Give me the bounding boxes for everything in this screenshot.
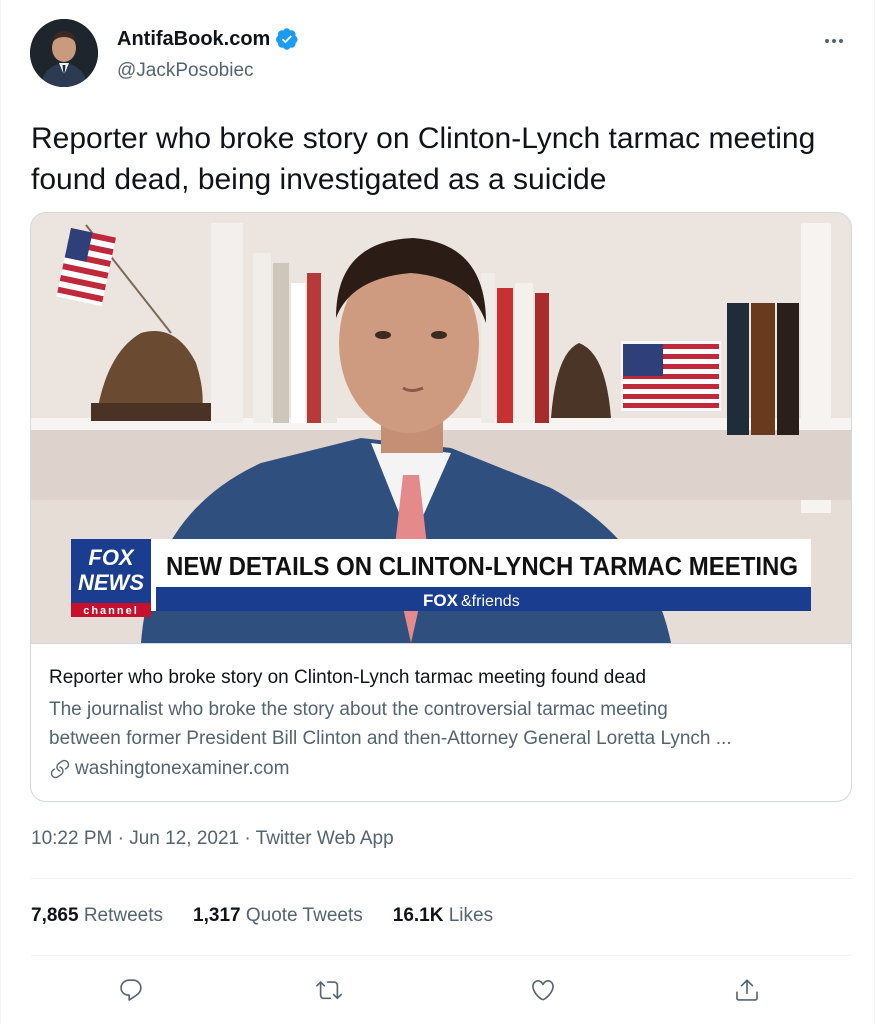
card-description-line2: between former President Bill Clinton an… (49, 728, 732, 749)
card-body[interactable]: Reporter who broke story on Clinton-Lync… (31, 643, 851, 801)
retweets-count: 7,865 (31, 905, 79, 926)
divider (31, 878, 852, 879)
likes-label: Likes (448, 905, 494, 926)
link-card[interactable]: FOX NEWS channel NEW DETAILS ON CLINTON-… (30, 212, 852, 802)
link-icon (50, 759, 70, 779)
more-horizontal-icon (825, 39, 843, 43)
retweet-icon (316, 981, 342, 1000)
fox-logo-line3: channel (83, 605, 139, 617)
fox-logo-line2: NEWS (78, 570, 144, 595)
card-title[interactable]: Reporter who broke story on Clinton-Lync… (49, 664, 835, 692)
card-link-text[interactable]: washingtonexaminer.com (75, 755, 289, 783)
tweet-text: Reporter who broke story on Clinton-Lync… (31, 122, 816, 196)
chyron-show-brand: FOX (423, 591, 459, 610)
like-button[interactable] (521, 968, 565, 1012)
likes-stat[interactable]: 16.1K Likes (393, 905, 493, 927)
share-button[interactable] (725, 968, 769, 1012)
divider (31, 955, 852, 956)
tweet-container: AntifaBook.com @JackPosobiec Reporter wh… (0, 0, 875, 1024)
author-name[interactable]: AntifaBook.com (117, 27, 299, 51)
tweet-stats: 7,865 Retweets 1,317 Quote Tweets 16.1K … (31, 905, 493, 927)
avatar[interactable] (30, 19, 98, 87)
quote-tweets-count: 1,317 (193, 905, 241, 926)
tweet-meta: 10:22 PM · Jun 12, 2021 · Twitter Web Ap… (31, 828, 394, 850)
reply-button[interactable] (109, 968, 153, 1012)
tweet-time[interactable]: 10:22 PM (31, 828, 112, 849)
retweets-stat[interactable]: 7,865 Retweets (31, 905, 163, 927)
retweet-button[interactable] (307, 968, 351, 1012)
fox-logo-line1: FOX (88, 545, 135, 570)
verified-badge-icon (275, 27, 299, 51)
card-link[interactable]: washingtonexaminer.com (49, 755, 835, 783)
chyron-show-name: &friends (461, 593, 520, 610)
reply-icon (120, 979, 142, 1001)
quote-tweets-label: Quote Tweets (245, 905, 363, 926)
meta-separator: · (117, 828, 124, 849)
retweets-label: Retweets (83, 905, 164, 926)
more-options-button[interactable] (816, 26, 852, 56)
display-name-text[interactable]: AntifaBook.com (117, 28, 270, 51)
author-handle[interactable]: @JackPosobiec (117, 60, 254, 82)
tweet-date[interactable]: Jun 12, 2021 (129, 828, 239, 849)
card-description-line1: The journalist who broke the story about… (49, 699, 668, 720)
tweet-actions (1, 968, 875, 1012)
like-icon (532, 979, 554, 1001)
card-image[interactable]: FOX NEWS channel NEW DETAILS ON CLINTON-… (31, 213, 851, 643)
likes-count: 16.1K (392, 905, 444, 926)
quote-tweets-stat[interactable]: 1,317 Quote Tweets (193, 905, 363, 927)
meta-separator: · (244, 828, 251, 849)
chyron-headline: NEW DETAILS ON CLINTON-LYNCH TARMAC MEET… (166, 551, 798, 581)
tweet-source[interactable]: Twitter Web App (256, 828, 394, 849)
card-description: The journalist who broke the story about… (49, 695, 835, 753)
share-icon (736, 979, 758, 1001)
